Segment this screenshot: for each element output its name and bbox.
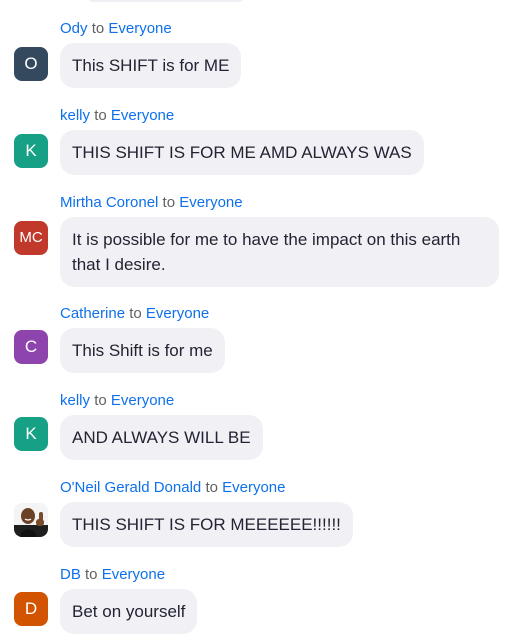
recipient-name[interactable]: Everyone bbox=[108, 20, 171, 37]
sender-name[interactable]: Ody bbox=[60, 20, 88, 37]
to-label: to bbox=[85, 566, 98, 583]
message-header: kelly to Everyone bbox=[60, 107, 174, 125]
avatar: O bbox=[14, 47, 48, 81]
profile-photo-icon bbox=[14, 503, 48, 537]
sender-name[interactable]: DB bbox=[60, 566, 81, 583]
avatar: D bbox=[14, 592, 48, 626]
sender-name[interactable]: Mirtha Coronel bbox=[60, 194, 158, 211]
to-label: to bbox=[129, 305, 142, 322]
sender-name[interactable]: O'Neil Gerald Donald bbox=[60, 479, 201, 496]
recipient-name[interactable]: Everyone bbox=[111, 107, 174, 124]
message-bubble[interactable]: THIS SHIFT IS FOR MEEEEEE!!!!!! bbox=[60, 502, 353, 547]
sender-name[interactable]: kelly bbox=[60, 392, 90, 409]
sender-name[interactable]: Catherine bbox=[60, 305, 125, 322]
recipient-name[interactable]: Everyone bbox=[102, 566, 165, 583]
to-label: to bbox=[94, 107, 107, 124]
message-header: DB to Everyone bbox=[60, 566, 165, 584]
recipient-name[interactable]: Everyone bbox=[111, 392, 174, 409]
to-label: to bbox=[94, 392, 107, 409]
message-bubble[interactable]: This Shift is for me bbox=[60, 328, 225, 373]
message-bubble[interactable]: THIS SHIFT IS FOR ME AMD ALWAYS WAS bbox=[60, 130, 424, 175]
recipient-name[interactable]: Everyone bbox=[146, 305, 209, 322]
message-header: kelly to Everyone bbox=[60, 392, 174, 410]
to-label: to bbox=[91, 20, 105, 37]
message-header: Ody to Everyone bbox=[60, 20, 172, 38]
message-header: O'Neil Gerald Donald to Everyone bbox=[60, 479, 286, 497]
recipient-name[interactable]: Everyone bbox=[179, 194, 242, 211]
sender-name[interactable]: kelly bbox=[60, 107, 90, 124]
avatar: MC bbox=[14, 221, 48, 255]
message-header: Mirtha Coronel to Everyone bbox=[60, 194, 243, 212]
to-label: to bbox=[162, 194, 176, 211]
avatar: K bbox=[14, 417, 48, 451]
message-bubble[interactable]: Bet on yourself bbox=[60, 589, 198, 634]
avatar: K bbox=[14, 134, 48, 168]
avatar: C bbox=[14, 330, 48, 364]
avatar-photo bbox=[14, 503, 48, 537]
to-label: to bbox=[205, 479, 218, 496]
previous-message-bubble bbox=[86, 0, 246, 2]
message-bubble[interactable]: This SHIFT is for ME bbox=[60, 43, 242, 88]
recipient-name[interactable]: Everyone bbox=[222, 479, 285, 496]
message-bubble[interactable]: AND ALWAYS WILL BE bbox=[60, 415, 263, 460]
message-bubble[interactable]: It is possible for me to have the impact… bbox=[60, 217, 499, 287]
message-header: Catherine to Everyone bbox=[60, 305, 209, 323]
